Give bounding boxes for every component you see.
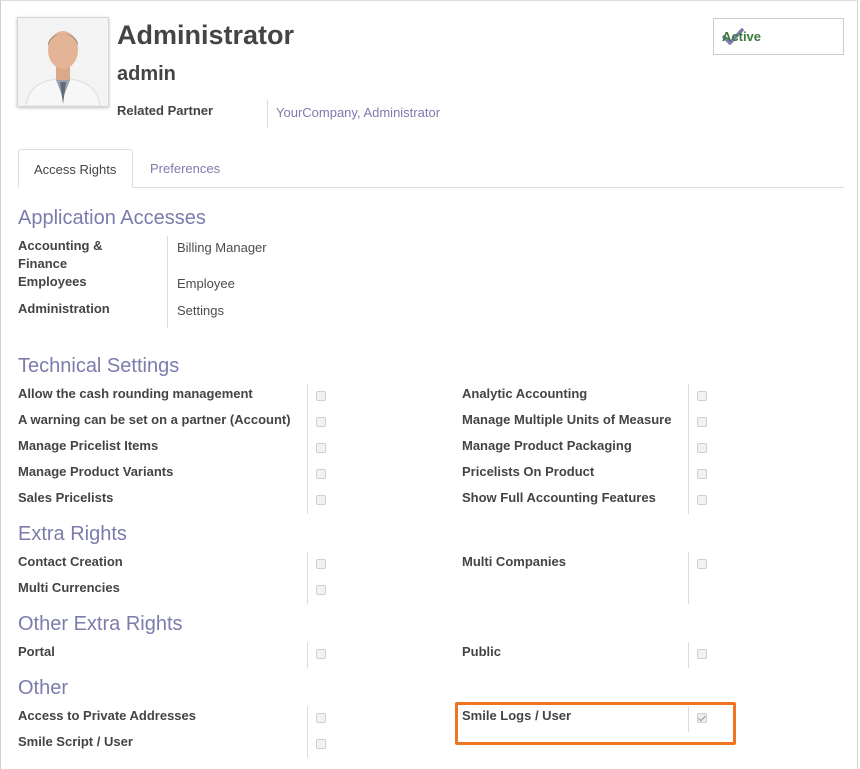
other-label-private-addresses: Access to Private Addresses	[18, 708, 197, 723]
field-separator	[267, 100, 268, 128]
field-separator	[307, 642, 308, 668]
user-name: Administrator	[117, 20, 295, 50]
other-label-smile-script-user: Smile Script / User	[18, 734, 133, 749]
app-access-value-accounting[interactable]: Billing Manager	[177, 239, 267, 257]
checkbox-product-variants[interactable]	[316, 469, 326, 479]
tech-label-cash-rounding: Allow the cash rounding management	[18, 386, 253, 401]
checkbox-pricelists-on-product[interactable]	[697, 469, 707, 479]
checkbox-contact-creation[interactable]	[316, 559, 326, 569]
checkbox-private-addresses[interactable]	[316, 713, 326, 723]
related-partner-label: Related Partner	[117, 103, 214, 118]
field-separator	[307, 552, 308, 604]
section-title-other-extra-rights: Other Extra Rights	[18, 613, 183, 635]
tech-label-pricelist-items: Manage Pricelist Items	[18, 438, 159, 453]
field-separator	[688, 552, 689, 604]
related-partner-link[interactable]: YourCompany, Administrator	[276, 104, 440, 122]
tech-label-product-variants: Manage Product Variants	[18, 464, 174, 479]
app-access-label-administration: Administration	[18, 301, 110, 316]
tech-label-analytic-accounting: Analytic Accounting	[462, 386, 588, 401]
checkbox-multiple-uom[interactable]	[697, 417, 707, 427]
tech-label-partner-warning: A warning can be set on a partner (Accou…	[18, 412, 291, 427]
section-title-technical-settings: Technical Settings	[18, 355, 180, 377]
field-separator	[688, 384, 689, 514]
tech-label-multiple-uom: Manage Multiple Units of Measure	[462, 412, 672, 427]
checkbox-multi-companies[interactable]	[697, 559, 707, 569]
user-login: admin	[117, 63, 176, 85]
checkbox-cash-rounding[interactable]	[316, 391, 326, 401]
checkbox-smile-script-user[interactable]	[316, 739, 326, 749]
section-title-extra-rights: Extra Rights	[18, 523, 127, 545]
app-access-label-employees: Employees	[18, 274, 87, 289]
field-separator	[307, 384, 308, 514]
tech-label-pricelists-on-product: Pricelists On Product	[462, 464, 595, 479]
checkbox-full-accounting[interactable]	[697, 495, 707, 505]
checkbox-pricelist-items[interactable]	[316, 443, 326, 453]
tech-label-product-packaging: Manage Product Packaging	[462, 438, 632, 453]
checkbox-sales-pricelists[interactable]	[316, 495, 326, 505]
tech-label-sales-pricelists: Sales Pricelists	[18, 490, 114, 505]
active-toggle-button[interactable]: Active	[713, 18, 844, 55]
tab-access-rights[interactable]: Access Rights	[18, 149, 133, 188]
active-status-label: Active	[722, 28, 762, 44]
app-access-value-administration[interactable]: Settings	[177, 302, 224, 320]
extra-label-multi-companies: Multi Companies	[462, 554, 567, 569]
section-title-other: Other	[18, 677, 69, 699]
tab-preferences[interactable]: Preferences	[135, 149, 235, 188]
section-title-application-accesses: Application Accesses	[18, 207, 206, 229]
field-separator	[167, 236, 168, 328]
checkbox-analytic-accounting[interactable]	[697, 391, 707, 401]
checkbox-multi-currencies[interactable]	[316, 585, 326, 595]
checkbox-product-packaging[interactable]	[697, 443, 707, 453]
checkbox-portal[interactable]	[316, 649, 326, 659]
extra-label-multi-currencies: Multi Currencies	[18, 580, 120, 595]
tech-label-full-accounting: Show Full Accounting Features	[462, 490, 656, 505]
checkbox-partner-warning[interactable]	[316, 417, 326, 427]
other-extra-label-public: Public	[462, 644, 502, 659]
field-separator	[688, 642, 689, 668]
field-separator	[307, 706, 308, 758]
checkbox-public[interactable]	[697, 649, 707, 659]
highlight-annotation-box	[455, 702, 736, 745]
app-access-label-accounting: Accounting & Finance	[18, 238, 103, 271]
extra-label-contact-creation: Contact Creation	[18, 554, 123, 569]
user-avatar[interactable]	[17, 17, 109, 107]
other-extra-label-portal: Portal	[18, 644, 55, 659]
app-access-value-employees[interactable]: Employee	[177, 275, 235, 293]
